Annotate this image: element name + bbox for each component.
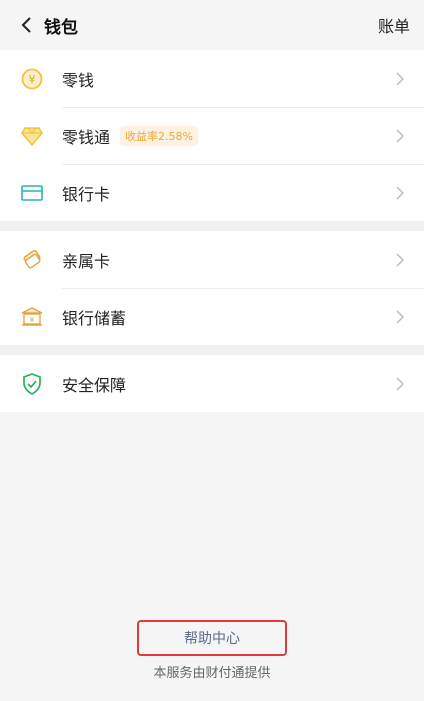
chevron-right-icon <box>394 309 406 325</box>
list-item-change[interactable]: ¥ 零钱 <box>0 50 424 107</box>
item-label: 零钱通 <box>62 127 111 147</box>
page-title: 钱包 <box>44 17 78 38</box>
chevron-right-icon <box>394 252 406 268</box>
yield-rate-badge: 收益率2.58% <box>120 125 198 146</box>
chevron-right-icon <box>394 71 406 87</box>
help-center-link[interactable]: 帮助中心 <box>184 628 240 648</box>
footer: 帮助中心 本服务由财付通提供 <box>0 620 424 681</box>
bank-card-icon <box>20 181 44 205</box>
shield-check-icon <box>20 372 44 396</box>
provider-text: 本服务由财付通提供 <box>153 666 271 681</box>
chevron-right-icon <box>394 376 406 392</box>
bank-building-icon: ¥ <box>20 305 44 329</box>
svg-text:¥: ¥ <box>29 73 36 86</box>
item-label: 零钱 <box>62 70 95 90</box>
group-gap <box>0 221 424 231</box>
list-item-bank-card[interactable]: 银行卡 <box>0 164 424 221</box>
item-label: 银行卡 <box>62 184 111 204</box>
coin-yuan-icon: ¥ <box>20 67 44 91</box>
wallet-group-1: ¥ 零钱 零钱通 收益率2.58% 银行卡 <box>0 50 424 221</box>
item-label: 亲属卡 <box>62 251 111 271</box>
chevron-right-icon <box>394 128 406 144</box>
list-item-security[interactable]: 安全保障 <box>0 355 424 412</box>
wallet-group-3: 安全保障 <box>0 355 424 412</box>
bill-button[interactable]: 账单 <box>378 13 410 37</box>
family-card-icon <box>20 248 44 272</box>
header-bar: 钱包 账单 <box>0 0 424 50</box>
list-item-bank-savings[interactable]: ¥ 银行储蓄 <box>0 288 424 345</box>
header-left: 钱包 <box>16 13 78 38</box>
group-gap <box>0 345 424 355</box>
list-item-change-pass[interactable]: 零钱通 收益率2.58% <box>0 107 424 164</box>
chevron-right-icon <box>394 185 406 201</box>
item-label: 安全保障 <box>62 375 127 395</box>
back-arrow-icon[interactable] <box>16 14 38 36</box>
item-label: 银行储蓄 <box>62 308 127 328</box>
wallet-group-2: 亲属卡 ¥ 银行储蓄 <box>0 231 424 345</box>
diamond-icon <box>20 124 44 148</box>
svg-text:¥: ¥ <box>30 316 35 324</box>
list-item-family-card[interactable]: 亲属卡 <box>0 231 424 288</box>
help-center-highlight: 帮助中心 <box>137 620 287 656</box>
